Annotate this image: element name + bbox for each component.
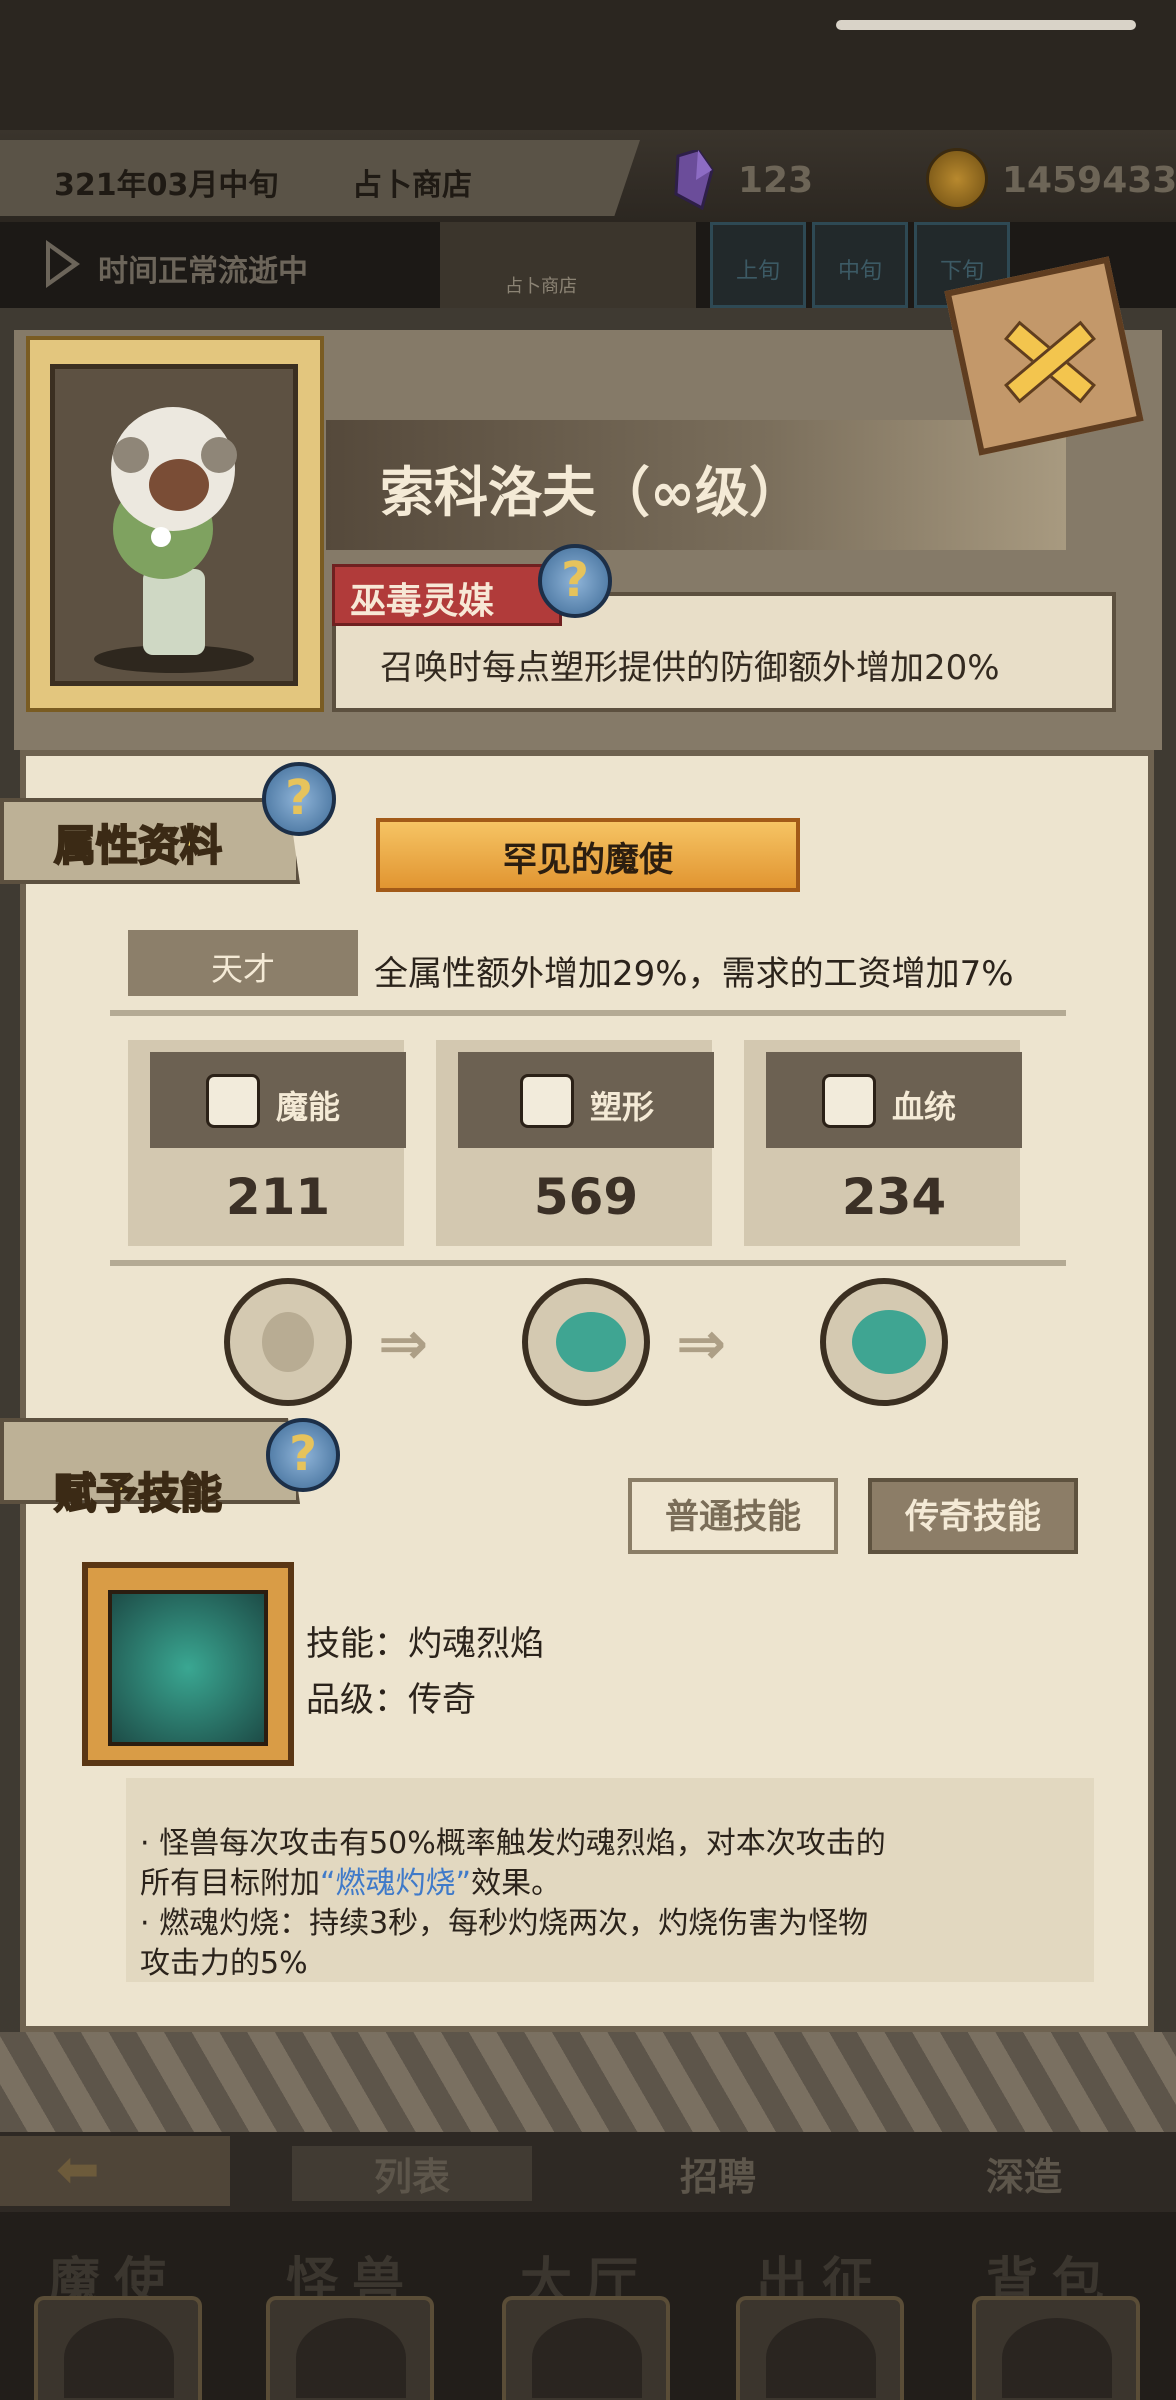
stat-value-magic: 211 [225,1168,331,1226]
time-slot-early[interactable]: 上旬 [710,222,806,308]
skills-section-title: 赋予技能 [53,1468,223,1519]
back-button[interactable] [0,2136,230,2206]
hooded-figure-icon [262,1312,314,1372]
hero-sprite-icon [94,407,254,673]
play-icon-inner [50,248,72,280]
hero-portrait [50,364,298,686]
teal-flame-icon [556,1312,626,1372]
stat-value-shaping: 569 [533,1168,639,1226]
attributes-section-title: 属性资料 [53,820,223,871]
skill-desc-line-1: · 怪兽每次攻击有50%概率触发灼魂烈焰，对本次攻击的 [140,1826,886,1861]
desc-text: 所有目标附加 [140,1866,320,1901]
crystal-count: 123 [738,160,814,201]
skill-desc-line-3: · 燃魂灼烧：持续3秒，每秒灼烧两次，灼烧伤害为怪物 [140,1906,869,1941]
decorative-strip [0,2032,1176,2132]
skill-desc-line-2: 所有目标附加“燃魂灼烧”效果。 [140,1858,561,1902]
sub-tab-train[interactable]: 深造 [986,2146,1062,2201]
stat-name-magic: 魔能 [276,1088,341,1126]
location-thumbnail-label: 占卜商店 [505,276,577,297]
tab-normal-skill[interactable]: 普通技能 [628,1478,838,1554]
monster-face-icon [296,2318,406,2398]
soul-flame-icon [108,1590,268,1746]
stat-head-shaping [458,1052,714,1148]
bloodline-gear-icon [822,1074,876,1128]
arrow-right-icon-2: ⇒ [676,1309,727,1379]
trait-description: 召唤时每点塑形提供的防御额外增加20% [380,648,1000,688]
skill-name: 技能：灼魂烈焰 [306,1624,544,1664]
coin-count: 1459433 [1002,160,1176,201]
arrow-right-icon: ⇒ [378,1309,429,1379]
talent-description: 全属性额外增加29%，需求的工资增加7% [374,954,1014,994]
shaping-body-icon [520,1074,574,1128]
sub-tab-recruit[interactable]: 招聘 [680,2146,756,2201]
teal-mask-icon [852,1310,926,1374]
rarity-label: 罕见的魔使 [503,840,673,880]
sub-tab-list[interactable]: 列表 [292,2146,532,2201]
home-indicator [836,20,1136,30]
skills-help-icon[interactable]: ? [266,1418,340,1492]
skill-desc-line-4: 攻击力的5% [140,1946,308,1981]
desc-text-end: 效果。 [471,1866,562,1901]
class-tag-label: 巫毒灵媒 [350,581,495,622]
skull-icon [64,2318,174,2398]
hall-frog-icon [532,2318,642,2398]
crystal-icon [674,150,714,210]
talent-label: 天才 [210,950,275,988]
stat-name-shaping: 塑形 [590,1088,655,1126]
skill-grade: 品级：传奇 [306,1680,476,1720]
expedition-beast-icon [766,2318,876,2398]
tab-legend-skill[interactable]: 传奇技能 [868,1478,1078,1554]
time-slot-mid[interactable]: 中旬 [812,222,908,308]
current-location: 占卜商店 [352,168,472,203]
time-status: 时间正常流逝中 [98,254,308,289]
attributes-help-icon[interactable]: ? [262,762,336,836]
demon-energy-icon [206,1074,260,1128]
game-date: 321年03月中旬 [54,168,279,203]
backpack-icon [1002,2318,1112,2398]
burn-effect-keyword: “燃魂灼烧” [320,1866,472,1901]
back-arrow-icon: ⬅ [56,2140,100,2200]
stat-name-bloodline: 血统 [892,1088,957,1126]
coin-icon [926,148,988,210]
hero-name: 索科洛夫（∞级） [380,461,803,524]
class-help-icon[interactable]: ? [538,544,612,618]
stat-value-bloodline: 234 [841,1168,947,1226]
